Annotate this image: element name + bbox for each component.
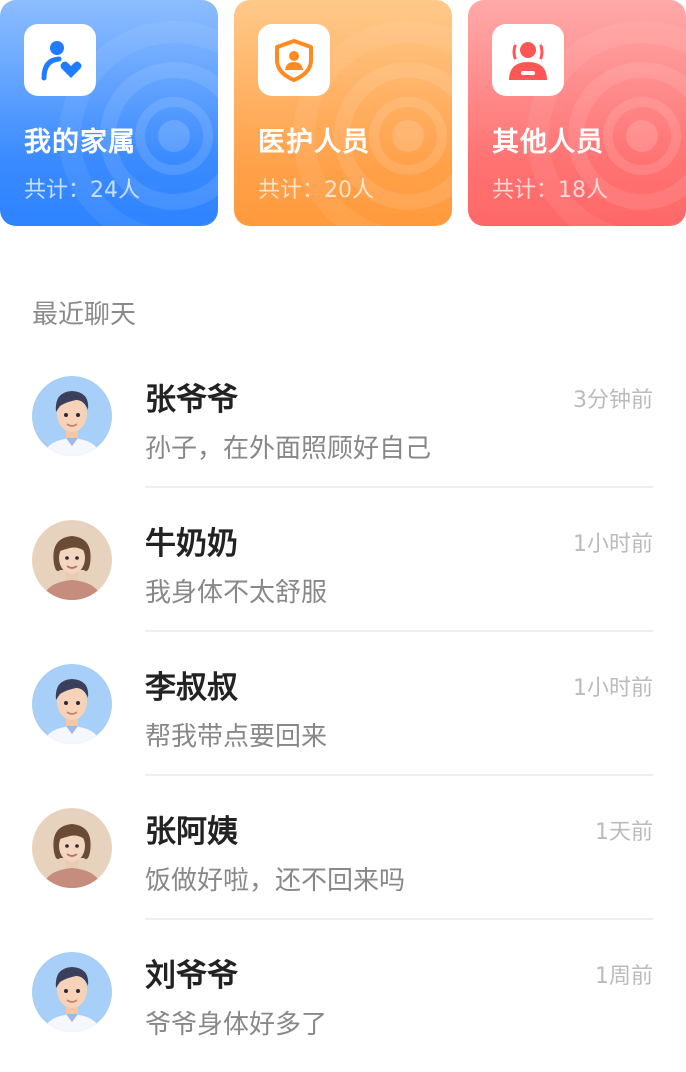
message-time: 1小时前 [573,532,653,557]
last-message: 我身体不太舒服 [145,578,328,608]
category-cards: 我的家属 共计：24人 医护人员 共计：20人 其他人员 共计：18人 [0,0,686,226]
shield-user-icon [258,24,330,96]
contact-name: 张阿姨 [145,814,238,850]
chat-item[interactable]: 张爷爷 3分钟前 孙子，在外面照顾好自己 [0,344,686,488]
last-message: 饭做好啦，还不回来吗 [145,866,406,896]
last-message: 帮我带点要回来 [145,722,328,752]
message-time: 1天前 [595,820,653,845]
card-count: 共计：18人 [492,178,608,203]
male-avatar [32,664,112,744]
chat-item[interactable]: 刘爷爷 1周前 爷爷身体好多了 [0,920,686,1064]
chat-item[interactable]: 李叔叔 1小时前 帮我带点要回来 [0,632,686,776]
card-title: 其他人员 [492,127,604,158]
chat-item[interactable]: 张阿姨 1天前 饭做好啦，还不回来吗 [0,776,686,920]
chat-item[interactable]: 牛奶奶 1小时前 我身体不太舒服 [0,488,686,632]
card-count: 共计：20人 [258,178,374,203]
card-family[interactable]: 我的家属 共计：24人 [0,0,218,226]
last-message: 爷爷身体好多了 [145,1010,328,1040]
contact-name: 张爷爷 [145,382,238,418]
message-time: 1小时前 [573,676,653,701]
chat-list: 张爷爷 3分钟前 孙子，在外面照顾好自己 牛奶奶 1小时前 我身体不太舒服 李叔… [0,344,686,1064]
male-avatar [32,376,112,456]
female-avatar [32,520,112,600]
contact-name: 刘爷爷 [145,958,238,994]
card-count: 共计：24人 [24,178,140,203]
card-medical-staff[interactable]: 医护人员 共计：20人 [234,0,452,226]
contact-name: 牛奶奶 [145,526,238,562]
card-title: 我的家属 [24,127,136,158]
staff-badge-icon [492,24,564,96]
contact-name: 李叔叔 [145,670,238,706]
family-user-heart-icon [24,24,96,96]
female-avatar [32,808,112,888]
male-avatar [32,952,112,1032]
last-message: 孙子，在外面照顾好自己 [145,434,432,464]
recent-chats-title: 最近聊天 [32,300,137,330]
card-other-staff[interactable]: 其他人员 共计：18人 [468,0,686,226]
card-title: 医护人员 [258,127,370,158]
message-time: 1周前 [595,964,653,989]
message-time: 3分钟前 [573,388,653,413]
